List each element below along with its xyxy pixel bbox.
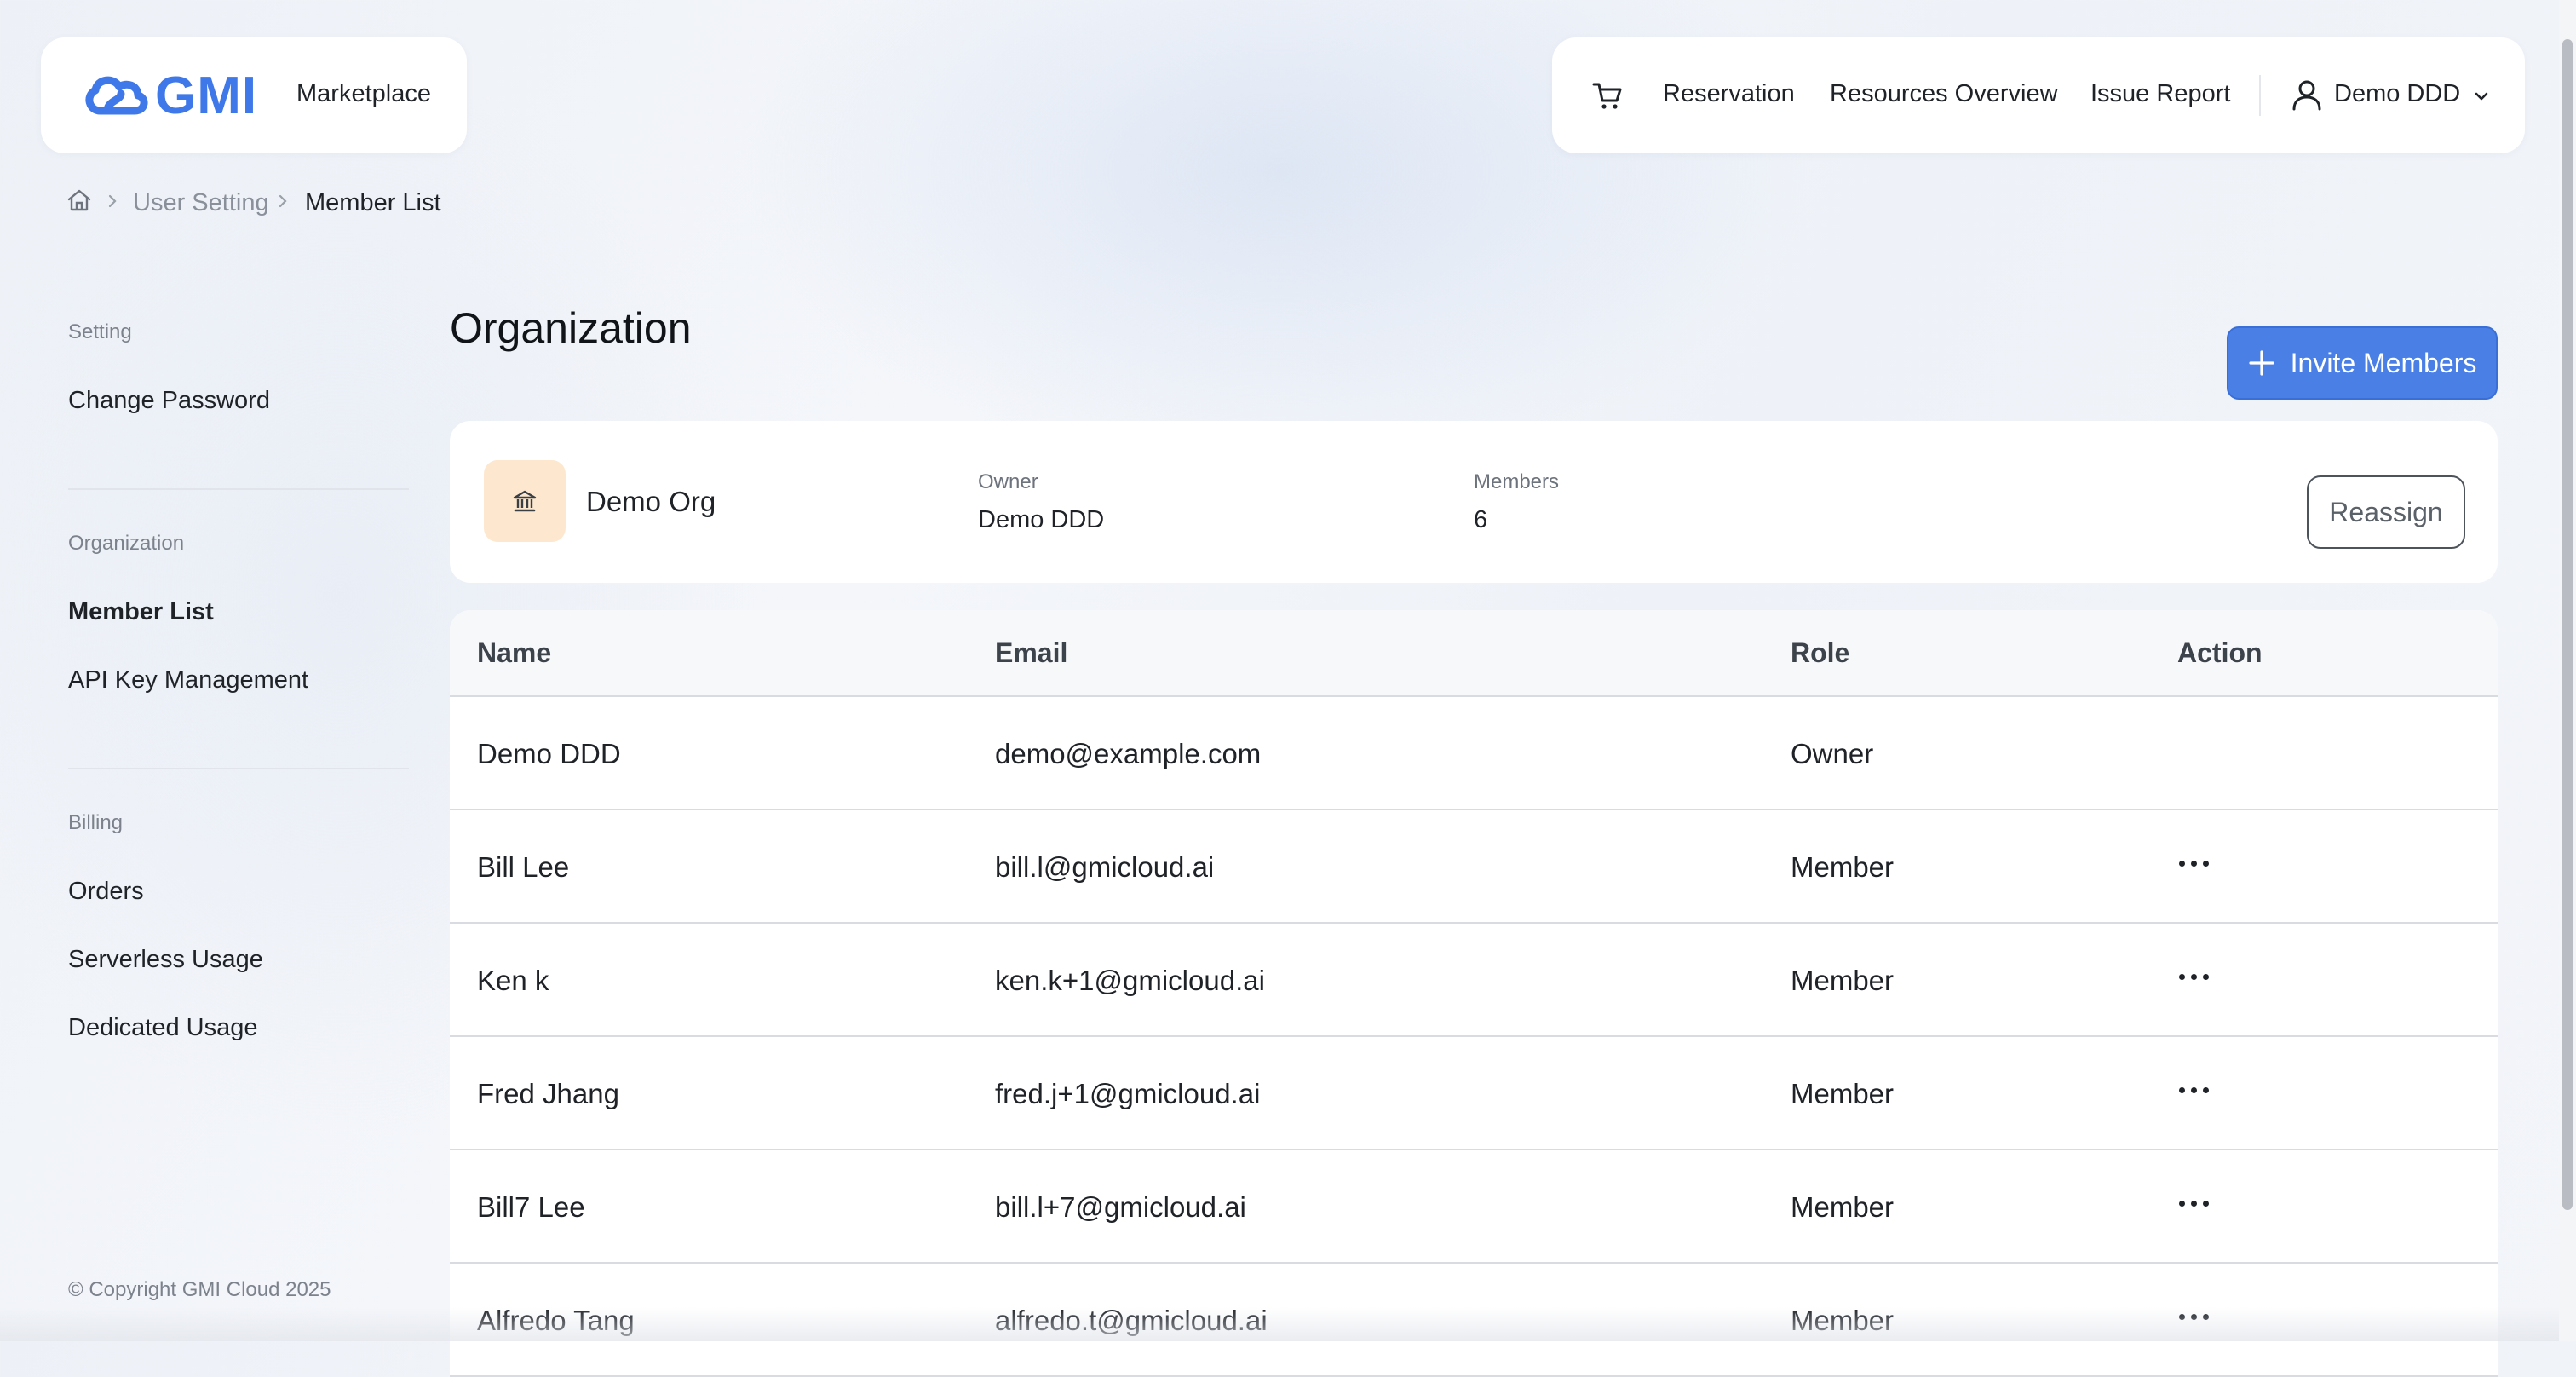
member-email: bill.l@gmicloud.ai bbox=[995, 851, 1215, 883]
sidebar-divider bbox=[68, 768, 409, 769]
member-name: Bill Lee bbox=[477, 851, 570, 883]
copyright-text: © Copyright GMI Cloud 2025 bbox=[68, 1278, 331, 1301]
member-email: fred.j+1@gmicloud.ai bbox=[995, 1078, 1261, 1109]
member-name: Alfredo Tang bbox=[477, 1305, 635, 1336]
member-email: ken.k+1@gmicloud.ai bbox=[995, 965, 1265, 996]
marketplace-label[interactable]: Marketplace bbox=[296, 80, 431, 108]
chevron-right-icon bbox=[108, 194, 117, 208]
column-header-email: Email bbox=[995, 637, 1068, 668]
org-summary-card: Demo Org Owner Demo DDD Members 6 Reassi… bbox=[450, 421, 2498, 583]
sidebar-section-billing: Billing bbox=[68, 811, 124, 834]
top-nav: Reservation Resources Overview Issue Rep… bbox=[1552, 37, 2525, 153]
table-row: Fred Jhang fred.j+1@gmicloud.ai Member bbox=[450, 1037, 2498, 1150]
chevron-down-icon[interactable] bbox=[2472, 87, 2491, 106]
member-role: Member bbox=[1791, 851, 1895, 883]
more-actions-icon[interactable] bbox=[2179, 858, 2210, 870]
member-role: Owner bbox=[1791, 738, 1874, 769]
scrollbar-thumb[interactable] bbox=[2562, 39, 2573, 1210]
member-role: Member bbox=[1791, 1305, 1895, 1336]
brand-card: GMI Marketplace bbox=[41, 37, 467, 153]
column-header-role: Role bbox=[1791, 637, 1850, 668]
member-name: Ken k bbox=[477, 965, 549, 996]
cart-icon[interactable] bbox=[1591, 80, 1624, 111]
logo-text: GMI bbox=[155, 66, 258, 125]
gmi-logo[interactable]: GMI bbox=[82, 66, 258, 125]
reassign-button[interactable]: Reassign bbox=[2307, 475, 2465, 549]
table-row: Bill Lee bill.l@gmicloud.ai Member bbox=[450, 810, 2498, 924]
sidebar-section-setting: Setting bbox=[68, 320, 132, 343]
column-header-name: Name bbox=[477, 637, 552, 668]
more-actions-icon[interactable] bbox=[2179, 1311, 2210, 1323]
sidebar-item-change-password[interactable]: Change Password bbox=[68, 387, 270, 415]
nav-issue-report[interactable]: Issue Report bbox=[2090, 80, 2230, 108]
bank-icon bbox=[513, 490, 537, 512]
more-actions-icon[interactable] bbox=[2179, 1085, 2210, 1097]
home-icon[interactable] bbox=[66, 187, 92, 213]
sidebar-item-dedicated-usage[interactable]: Dedicated Usage bbox=[68, 1014, 257, 1042]
chevron-right-icon bbox=[279, 194, 287, 208]
sidebar-item-serverless-usage[interactable]: Serverless Usage bbox=[68, 946, 263, 974]
owner-value: Demo DDD bbox=[978, 506, 1105, 533]
cloud-logo-icon bbox=[85, 76, 148, 115]
sidebar-item-member-list[interactable]: Member List bbox=[68, 598, 214, 626]
nav-reservation[interactable]: Reservation bbox=[1663, 80, 1795, 108]
member-email: bill.l+7@gmicloud.ai bbox=[995, 1191, 1246, 1223]
table-row: Demo DDD demo@example.com Owner bbox=[450, 697, 2498, 810]
sidebar-item-api-key-management[interactable]: API Key Management bbox=[68, 666, 308, 694]
breadcrumb-user-setting[interactable]: User Setting bbox=[133, 189, 269, 217]
user-icon[interactable] bbox=[2291, 78, 2322, 111]
member-name: Bill7 Lee bbox=[477, 1191, 585, 1223]
sidebar-divider bbox=[68, 488, 409, 490]
table-row: Alfredo Tang alfredo.t@gmicloud.ai Membe… bbox=[450, 1264, 2498, 1377]
page-title: Organization bbox=[450, 304, 692, 352]
member-role: Member bbox=[1791, 1078, 1895, 1109]
table-row: Bill7 Lee bill.l+7@gmicloud.ai Member bbox=[450, 1150, 2498, 1264]
org-name: Demo Org bbox=[586, 486, 716, 517]
sidebar-item-orders[interactable]: Orders bbox=[68, 878, 144, 906]
member-role: Member bbox=[1791, 965, 1895, 996]
table-header-row: Name Email Role Action bbox=[450, 610, 2498, 697]
column-header-action: Action bbox=[2177, 637, 2263, 668]
table-row: Ken k ken.k+1@gmicloud.ai Member bbox=[450, 924, 2498, 1037]
member-table: Name Email Role Action Demo DDD demo@exa… bbox=[450, 610, 2498, 1377]
member-email: alfredo.t@gmicloud.ai bbox=[995, 1305, 1268, 1336]
owner-label: Owner bbox=[978, 470, 1038, 493]
members-count: 6 bbox=[1474, 506, 1488, 533]
invite-members-button[interactable]: Invite Members bbox=[2227, 326, 2498, 400]
more-actions-icon[interactable] bbox=[2179, 1198, 2210, 1210]
invite-members-label: Invite Members bbox=[2290, 347, 2477, 378]
member-name: Demo DDD bbox=[477, 738, 621, 769]
plus-icon bbox=[2249, 350, 2274, 376]
user-menu-name[interactable]: Demo DDD bbox=[2334, 80, 2460, 108]
member-email: demo@example.com bbox=[995, 738, 1262, 769]
nav-resources-overview[interactable]: Resources Overview bbox=[1830, 80, 2058, 108]
sidebar-section-organization: Organization bbox=[68, 532, 185, 555]
breadcrumb-member-list: Member List bbox=[305, 189, 441, 216]
member-role: Member bbox=[1791, 1191, 1895, 1223]
member-name: Fred Jhang bbox=[477, 1078, 619, 1109]
members-label: Members bbox=[1474, 470, 1560, 493]
more-actions-icon[interactable] bbox=[2179, 971, 2210, 983]
nav-divider bbox=[2259, 75, 2261, 116]
org-icon bbox=[484, 460, 566, 542]
